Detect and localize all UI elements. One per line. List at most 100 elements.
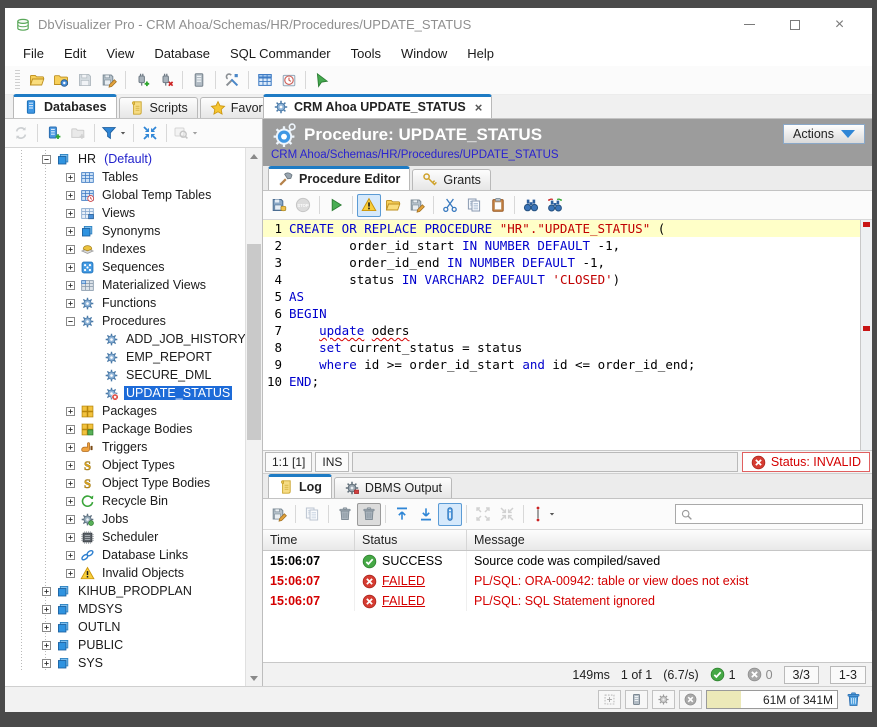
- database-server-button[interactable]: [187, 69, 211, 92]
- locate-object-button[interactable]: [171, 122, 201, 145]
- save-button[interactable]: [73, 69, 97, 92]
- code-line-10[interactable]: 10END;: [263, 373, 860, 390]
- server-button[interactable]: [625, 690, 648, 709]
- auto-clear-button[interactable]: [357, 503, 381, 526]
- tree-item-global-temp-tables[interactable]: +Global Temp Tables: [5, 186, 245, 204]
- save-procedure-button[interactable]: [267, 194, 291, 217]
- tree-item-public[interactable]: +PUBLIC: [5, 636, 245, 654]
- collapse-all-button[interactable]: [138, 122, 162, 145]
- collapse-node-icon[interactable]: −: [42, 155, 51, 164]
- tab-object-update-status[interactable]: CRM Ahoa UPDATE_STATUS ×: [263, 94, 492, 118]
- tree-item-jobs[interactable]: +Jobs: [5, 510, 245, 528]
- clear-log-button[interactable]: [333, 503, 357, 526]
- tab-log[interactable]: Log: [268, 474, 332, 498]
- error-marker[interactable]: [863, 326, 870, 331]
- log-row[interactable]: 15:06:07FAILEDPL/SQL: SQL Statement igno…: [263, 591, 872, 611]
- tree-item-scheduler[interactable]: +Scheduler: [5, 528, 245, 546]
- show-errors-button[interactable]: [357, 194, 381, 217]
- tree-item-object-type-bodies[interactable]: +SObject Type Bodies: [5, 474, 245, 492]
- show-details-button[interactable]: [438, 503, 462, 526]
- find-button[interactable]: [519, 194, 543, 217]
- tree-item-emp-report[interactable]: EMP_REPORT: [5, 348, 245, 366]
- disconnect-button[interactable]: [154, 69, 178, 92]
- refresh-button[interactable]: [9, 122, 33, 145]
- find-replace-button[interactable]: [543, 194, 567, 217]
- tree-item-functions[interactable]: +Functions: [5, 294, 245, 312]
- error-marker[interactable]: [863, 222, 870, 227]
- scroll-to-top-button[interactable]: [390, 503, 414, 526]
- toolbar-grip[interactable]: [15, 70, 20, 90]
- column-header-status[interactable]: Status: [355, 530, 467, 550]
- expand-node-icon[interactable]: +: [66, 443, 75, 452]
- connect-button[interactable]: [130, 69, 154, 92]
- expand-node-icon[interactable]: +: [66, 263, 75, 272]
- tree-item-invalid-objects[interactable]: +Invalid Objects: [5, 564, 245, 582]
- tree-item-materialized-views[interactable]: +Materialized Views: [5, 276, 245, 294]
- breadcrumb[interactable]: CRM Ahoa/Schemas/HR/Procedures/UPDATE_ST…: [271, 149, 864, 161]
- chevron-down-icon[interactable]: [191, 129, 199, 137]
- tree-item-packages[interactable]: +Packages: [5, 402, 245, 420]
- search-input[interactable]: [697, 507, 858, 521]
- code-line-4[interactable]: 4 status IN VARCHAR2 DEFAULT 'CLOSED'): [263, 271, 860, 288]
- tab-scripts[interactable]: Scripts: [119, 97, 198, 118]
- code-line-2[interactable]: 2 order_id_start IN NUMBER DEFAULT -1,: [263, 237, 860, 254]
- collapse-rows-button[interactable]: [495, 503, 519, 526]
- menu-file[interactable]: File: [15, 43, 52, 64]
- garbage-collect-button[interactable]: [842, 690, 864, 710]
- save-to-file-button[interactable]: [405, 194, 429, 217]
- expand-node-icon[interactable]: +: [66, 515, 75, 524]
- expand-node-icon[interactable]: +: [66, 209, 75, 218]
- expand-node-icon[interactable]: +: [66, 281, 75, 290]
- tab-grants[interactable]: Grants: [412, 169, 491, 190]
- code-line-9[interactable]: 9 where id >= order_id_start and id <= o…: [263, 356, 860, 373]
- open-bookmark-button[interactable]: [49, 69, 73, 92]
- cut-button[interactable]: [438, 194, 462, 217]
- x-circle-gray-button[interactable]: [679, 690, 702, 709]
- log-row[interactable]: 15:06:07FAILEDPL/SQL: ORA-00942: table o…: [263, 571, 872, 591]
- expand-node-icon[interactable]: +: [66, 299, 75, 308]
- tree-item-secure-dml[interactable]: SECURE_DML: [5, 366, 245, 384]
- log-row[interactable]: 15:06:07SUCCESSSource code was compiled/…: [263, 551, 872, 571]
- tab-dbms-output[interactable]: DBMS Output: [334, 477, 452, 498]
- expand-node-icon[interactable]: +: [66, 407, 75, 416]
- tree-item-synonyms[interactable]: +Synonyms: [5, 222, 245, 240]
- tab-databases[interactable]: Databases: [13, 94, 117, 118]
- sql-editor[interactable]: 1CREATE OR REPLACE PROCEDURE "HR"."UPDAT…: [263, 220, 872, 451]
- scroll-up-icon[interactable]: [246, 148, 262, 164]
- stop-button[interactable]: STOP: [291, 194, 315, 217]
- menu-sql-commander[interactable]: SQL Commander: [222, 43, 339, 64]
- close-tab-icon[interactable]: ×: [475, 100, 483, 115]
- expand-node-icon[interactable]: +: [66, 479, 75, 488]
- expand-node-icon[interactable]: +: [66, 173, 75, 182]
- tree-scrollbar[interactable]: [245, 148, 262, 686]
- load-from-file-button[interactable]: [381, 194, 405, 217]
- tree-item-hr[interactable]: −HR(Default): [5, 150, 245, 168]
- tree-item-database-links[interactable]: +Database Links: [5, 546, 245, 564]
- grid-dashed-button[interactable]: [598, 690, 621, 709]
- expand-node-icon[interactable]: +: [42, 587, 51, 596]
- close-button[interactable]: ×: [817, 11, 862, 39]
- expand-node-icon[interactable]: +: [66, 425, 75, 434]
- tree-item-views[interactable]: +Views: [5, 204, 245, 222]
- paste-button[interactable]: [486, 194, 510, 217]
- expand-node-icon[interactable]: +: [66, 227, 75, 236]
- memory-monitor[interactable]: 61M of 341M: [706, 690, 838, 709]
- column-header-message[interactable]: Message: [467, 530, 872, 550]
- log-copy-button[interactable]: [300, 503, 324, 526]
- maximize-button[interactable]: [772, 11, 817, 39]
- expand-node-icon[interactable]: +: [66, 533, 75, 542]
- expand-node-icon[interactable]: +: [66, 497, 75, 506]
- menu-edit[interactable]: Edit: [56, 43, 94, 64]
- tree-item-triggers[interactable]: +Triggers: [5, 438, 245, 456]
- tree-item-package-bodies[interactable]: +Package Bodies: [5, 420, 245, 438]
- actions-button[interactable]: Actions: [783, 124, 865, 144]
- column-header-time[interactable]: Time: [263, 530, 355, 550]
- create-folder-button[interactable]: [66, 122, 90, 145]
- code-line-7[interactable]: 7 update oders: [263, 322, 860, 339]
- tree-item-recycle-bin[interactable]: +Recycle Bin: [5, 492, 245, 510]
- tree-item-kihub-prodplan[interactable]: +KIHUB_PRODPLAN: [5, 582, 245, 600]
- menu-help[interactable]: Help: [459, 43, 502, 64]
- code-line-6[interactable]: 6BEGIN: [263, 305, 860, 322]
- scroll-to-bottom-button[interactable]: [414, 503, 438, 526]
- expand-node-icon[interactable]: +: [66, 191, 75, 200]
